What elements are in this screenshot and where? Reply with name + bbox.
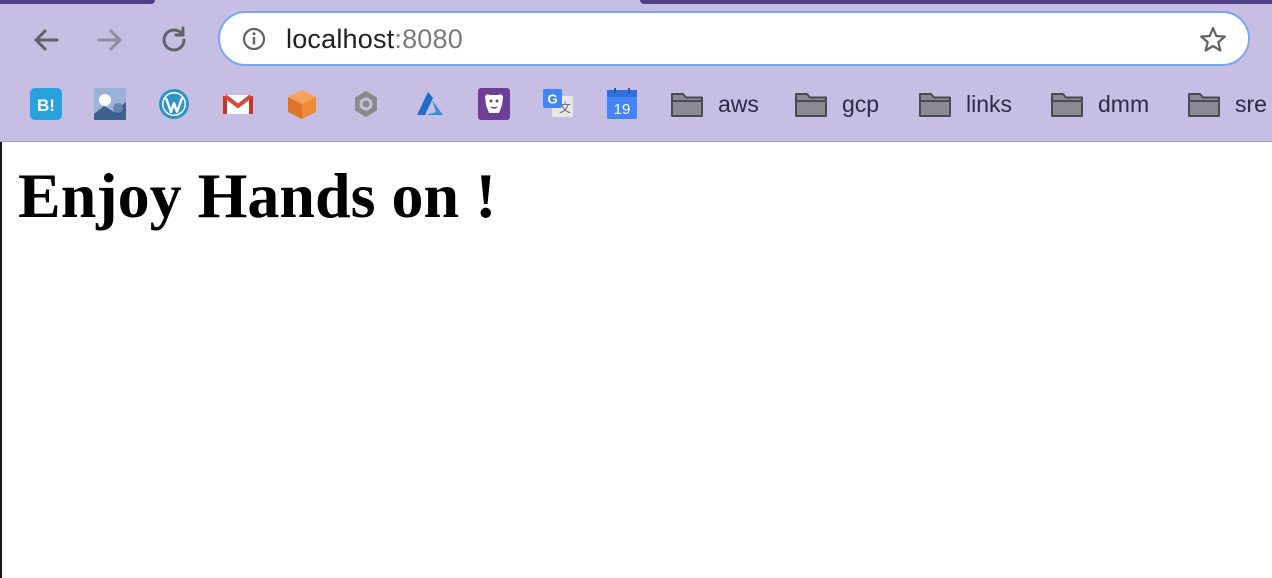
folder-label: gcp — [842, 91, 880, 117]
reload-button[interactable] — [154, 20, 194, 60]
folder-icon — [671, 93, 703, 117]
url-port: :8080 — [394, 24, 463, 54]
page-heading: Enjoy Hands on ! — [18, 160, 497, 231]
datadog-icon — [478, 88, 510, 120]
bookmark-gcp[interactable] — [350, 88, 382, 120]
folder-label: dmm — [1098, 91, 1150, 117]
address-bar[interactable]: localhost:8080 — [218, 11, 1250, 66]
url-host: localhost — [286, 24, 395, 54]
box-icon — [288, 90, 316, 119]
bookmark-calendar[interactable]: 19 — [606, 88, 638, 120]
bookmark-folder-gcp[interactable]: gcp — [794, 86, 879, 122]
arrow-left-icon — [34, 29, 59, 51]
folder-label: aws — [718, 91, 759, 117]
google-calendar-icon: 19 — [607, 88, 637, 119]
tab-right[interactable] — [640, 0, 1272, 4]
gmail-icon — [223, 94, 253, 114]
folder-label: sre — [1235, 91, 1267, 117]
bookmark-folder-aws[interactable]: aws — [670, 86, 759, 122]
google-translate-icon: 文 G — [543, 89, 573, 117]
gcp-icon — [355, 91, 377, 117]
info-icon[interactable] — [242, 27, 266, 51]
bookmark-datadog[interactable] — [478, 88, 510, 120]
bookmark-hatena[interactable]: B! — [30, 88, 62, 120]
bookmark-folder-sre[interactable]: sre — [1187, 86, 1272, 122]
svg-text:B!: B! — [37, 96, 55, 115]
folder-label: links — [966, 91, 1013, 117]
wordpress-icon — [159, 89, 189, 119]
hatena-bookmark-icon: B! — [30, 88, 62, 120]
bookmark-folder-links[interactable]: links — [918, 86, 1012, 122]
bookmark-2[interactable] — [94, 88, 126, 120]
folder-icon — [1188, 93, 1220, 117]
forward-button[interactable] — [90, 20, 130, 60]
bookmark-gmail[interactable] — [222, 88, 254, 120]
reload-icon — [162, 26, 186, 52]
bookmark-folder-dmm[interactable]: dmm — [1050, 86, 1149, 122]
bookmark-translate[interactable]: 文 G — [542, 88, 574, 120]
arrow-right-icon — [97, 29, 122, 51]
bookmark-2-icon — [94, 88, 126, 120]
star-icon[interactable] — [1198, 25, 1228, 55]
url-text[interactable]: localhost:8080 — [286, 24, 463, 54]
folder-icon — [1051, 93, 1083, 117]
bookmark-box[interactable] — [286, 88, 318, 120]
svg-text:G: G — [547, 92, 557, 107]
bookmark-azure[interactable] — [414, 88, 446, 120]
tab-left[interactable] — [0, 0, 155, 4]
folder-icon — [795, 93, 827, 117]
back-button[interactable] — [26, 20, 66, 60]
browser-toolbar: localhost:8080 B! 文 G 19 aws gcp links d… — [0, 0, 1272, 142]
folder-icon — [919, 93, 951, 117]
azure-icon — [417, 92, 443, 115]
svg-text:19: 19 — [614, 101, 631, 118]
window-edge — [0, 142, 2, 578]
bookmark-wordpress[interactable] — [158, 88, 190, 120]
